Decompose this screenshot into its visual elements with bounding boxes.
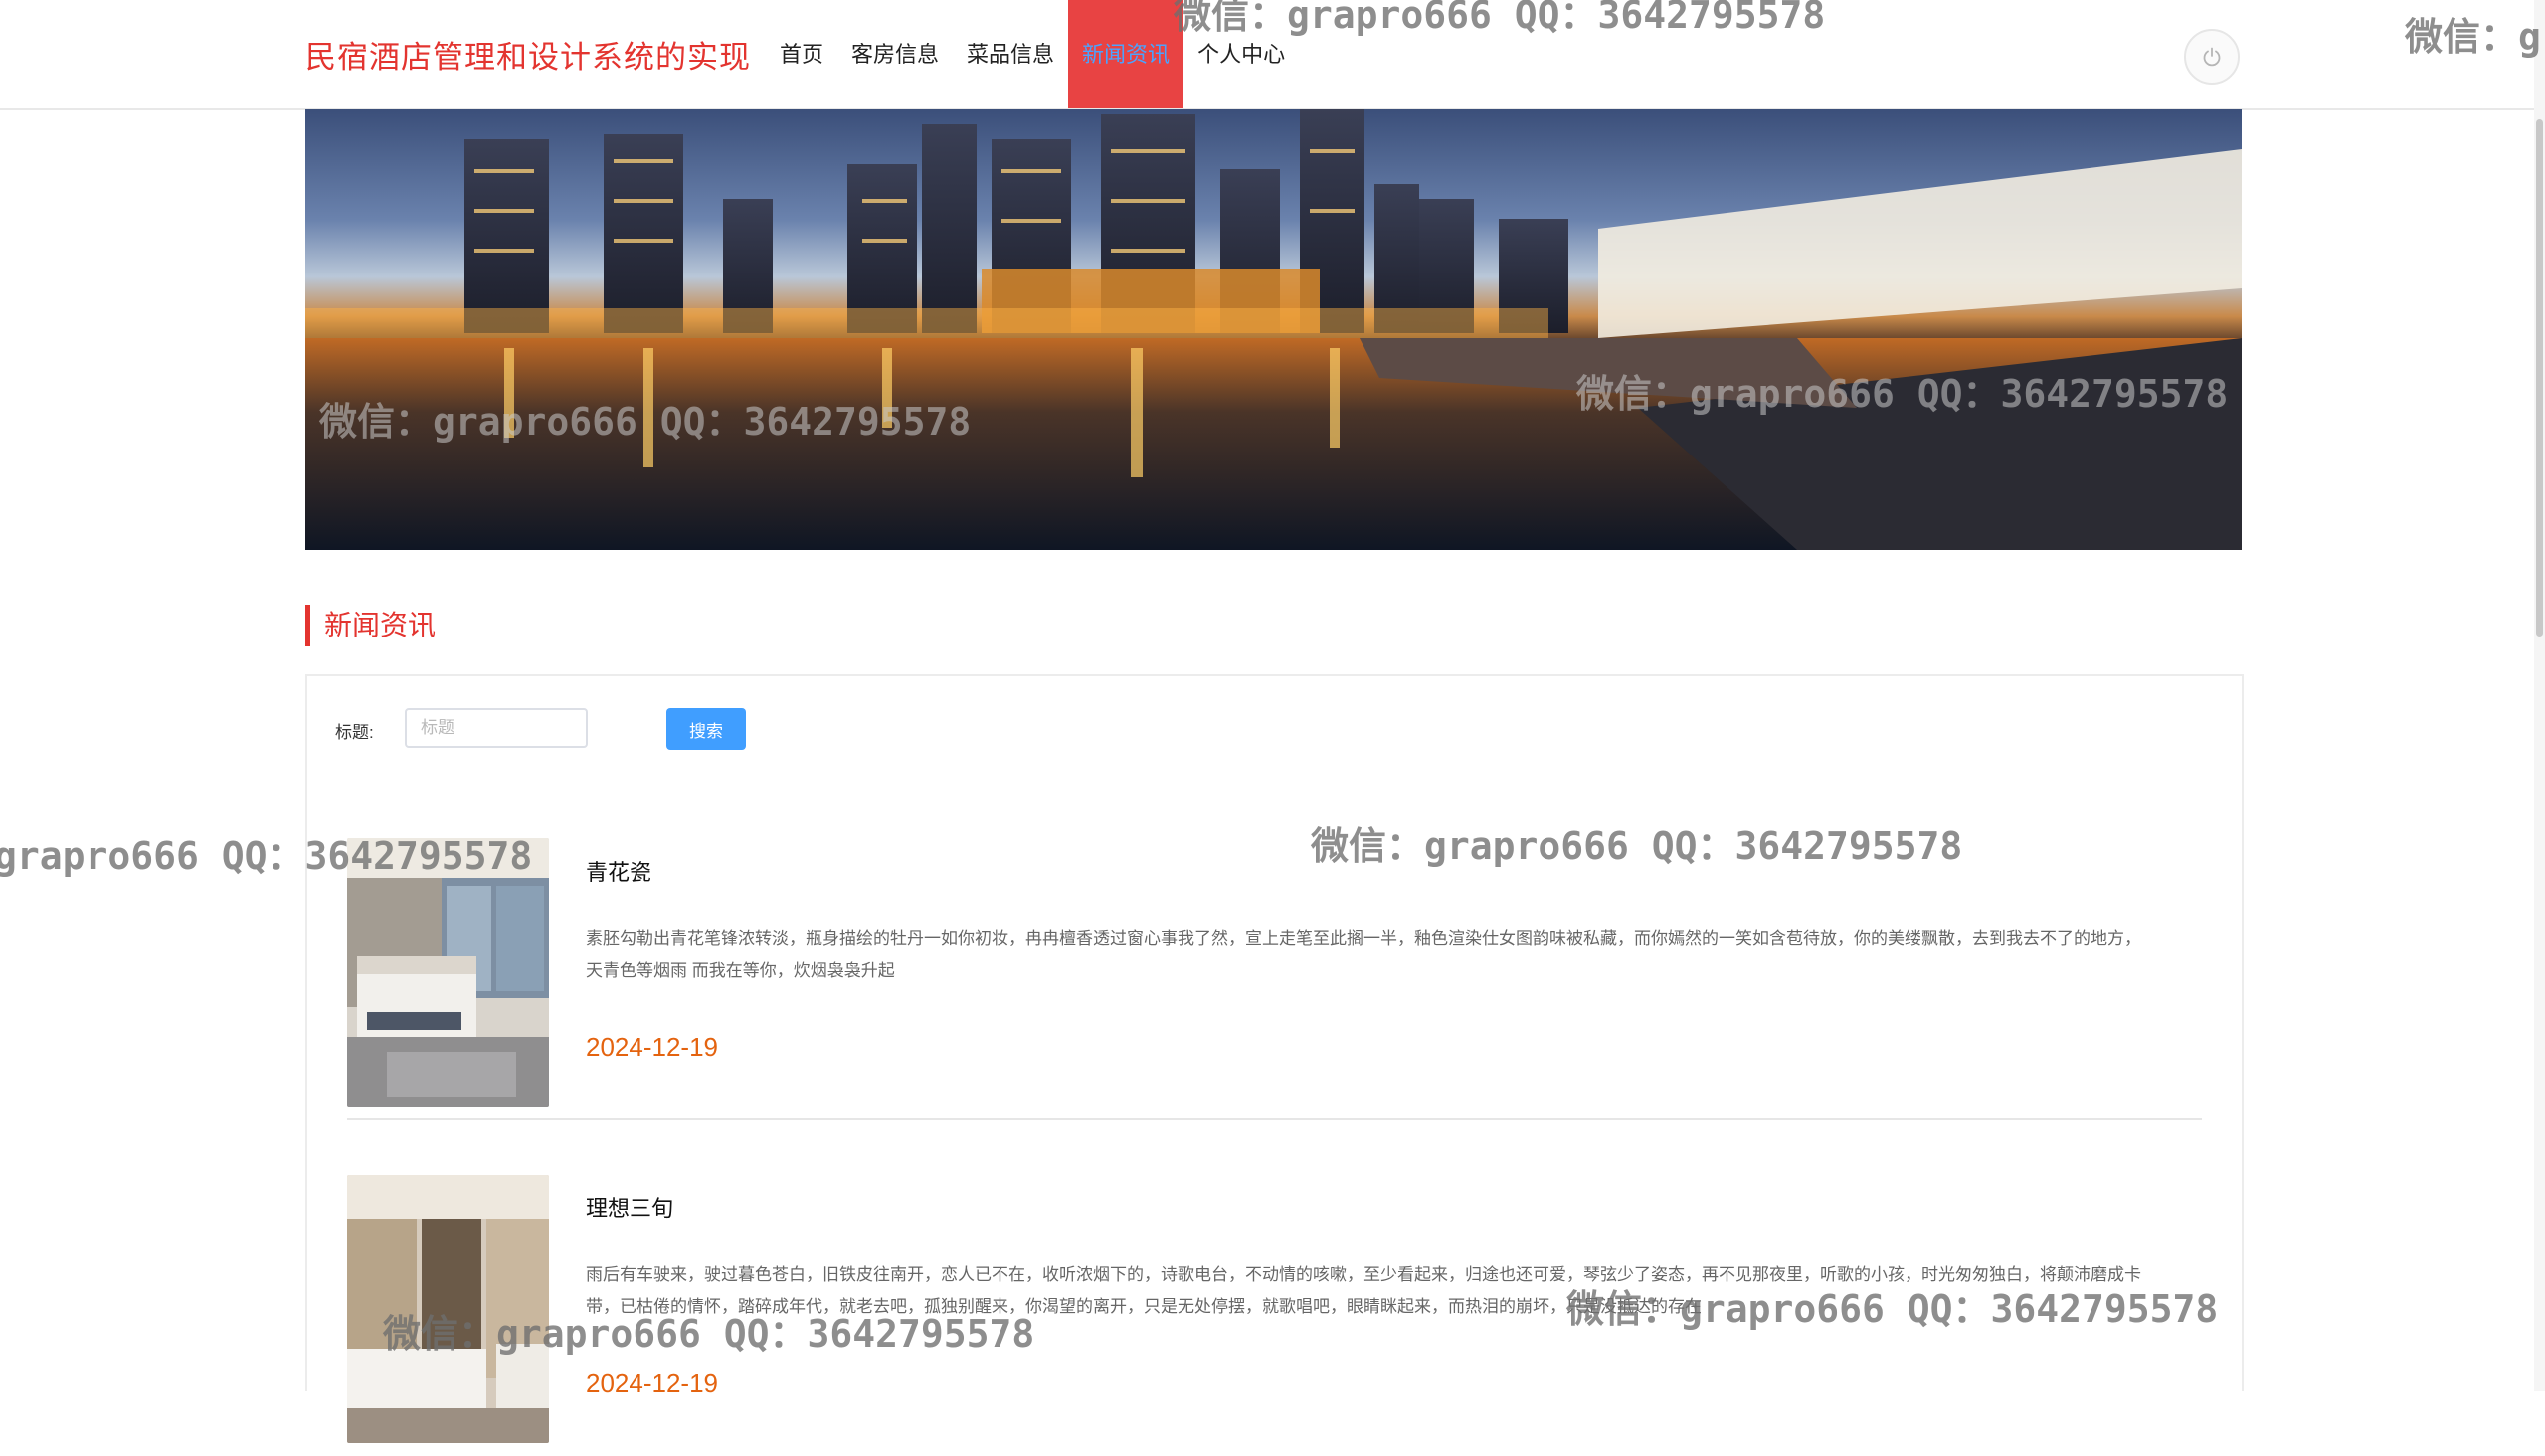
title-search-label: 标题: — [335, 723, 374, 742]
hotel-room-image — [347, 1175, 549, 1443]
section-title: 新闻资讯 — [305, 605, 436, 646]
news-summary: 雨后有车驶来，驶过暮色苍白，旧铁皮往南开，恋人已不在，收听浓烟下的，诗歌电台，不… — [586, 1265, 2141, 1316]
nav-item-profile[interactable]: 个人中心 — [1183, 0, 1299, 108]
news-item[interactable]: 青花瓷 素胚勾勒出青花笔锋浓转淡，瓶身描绘的牡丹一如你初妆，冉冉檀香透过窗心事我… — [347, 784, 2202, 1120]
nav-item-rooms[interactable]: 客房信息 — [837, 0, 953, 108]
nav-item-news[interactable]: 新闻资讯 — [1068, 0, 1184, 108]
nav-item-dishes[interactable]: 菜品信息 — [953, 0, 1068, 108]
news-thumbnail[interactable] — [347, 1175, 549, 1443]
search-button[interactable]: 搜索 — [666, 708, 746, 750]
news-date: 2024-12-19 — [586, 1368, 718, 1398]
city-skyline-illustration — [305, 109, 2242, 550]
top-navbar: 民宿酒店管理和设计系统的实现 首页 客房信息 菜品信息 新闻资讯 个人中心 — [0, 0, 2545, 110]
nav-item-home[interactable]: 首页 — [766, 0, 837, 108]
news-title[interactable]: 理想三旬 — [586, 1191, 673, 1223]
search-panel: 标题: 搜索 — [305, 674, 2244, 786]
news-title[interactable]: 青花瓷 — [586, 855, 651, 887]
power-icon — [2203, 47, 2221, 67]
main-nav: 首页 客房信息 菜品信息 新闻资讯 个人中心 — [766, 0, 1299, 108]
news-list: 青花瓷 素胚勾勒出青花笔锋浓转淡，瓶身描绘的牡丹一如你初妆，冉冉檀香透过窗心事我… — [305, 784, 2244, 1443]
site-title[interactable]: 民宿酒店管理和设计系统的实现 — [305, 32, 751, 77]
scrollbar-thumb[interactable] — [2536, 119, 2543, 637]
banner-image — [305, 109, 2242, 550]
title-search-input[interactable] — [405, 708, 588, 748]
news-thumbnail[interactable] — [347, 838, 549, 1107]
logout-button[interactable] — [2184, 29, 2240, 85]
hotel-room-image — [347, 838, 549, 1107]
news-date: 2024-12-19 — [586, 1032, 718, 1062]
news-item[interactable]: 理想三旬 雨后有车驶来，驶过暮色苍白，旧铁皮往南开，恋人已不在，收听浓烟下的，诗… — [347, 1120, 2202, 1456]
news-summary: 素胚勾勒出青花笔锋浓转淡，瓶身描绘的牡丹一如你初妆，冉冉檀香透过窗心事我了然，宣… — [586, 929, 2141, 980]
